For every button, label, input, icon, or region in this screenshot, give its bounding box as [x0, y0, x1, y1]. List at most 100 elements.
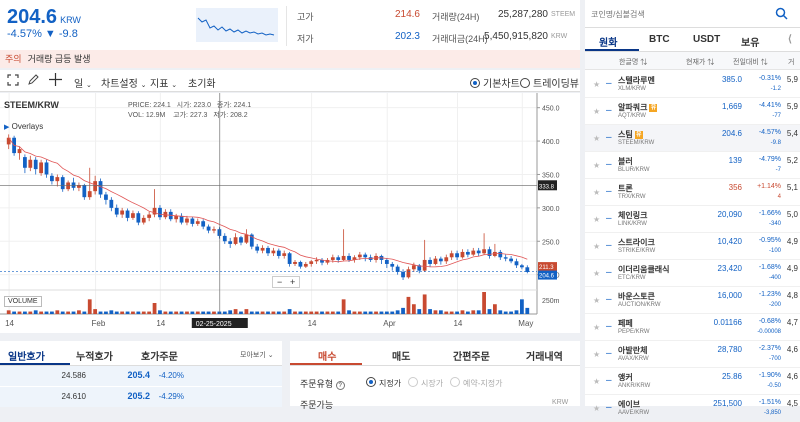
help-icon[interactable]: ? [335, 381, 345, 390]
search-input[interactable] [591, 6, 771, 22]
zoom-in-button[interactable]: + [290, 277, 295, 287]
coin-price: 28,780 [717, 345, 742, 354]
coin-row[interactable]: ★ – 스팀 유 STEEM/KRW 204.6 -4.57% -9.8 5,4 [585, 125, 800, 152]
coin-ticker: AQT/KRW [618, 113, 646, 119]
volume-bar [239, 311, 243, 314]
col-price[interactable]: 현재가 ⇅ [686, 57, 714, 67]
order-type-market[interactable]: 시장가 [408, 377, 443, 389]
star-icon[interactable]: ★ [593, 350, 600, 359]
crosshair-icon[interactable] [49, 73, 62, 89]
order-type-limit[interactable]: 지정가 [366, 377, 401, 389]
tab-krw[interactable]: 원화 [599, 34, 617, 49]
tab-more[interactable]: ⟨ [788, 34, 792, 45]
candlestick-chart[interactable]: 450.0400.0350.0300.0250.0200.0250m14Feb1… [0, 93, 580, 333]
star-icon[interactable]: ★ [593, 404, 600, 413]
star-icon[interactable]: ★ [593, 296, 600, 305]
star-icon[interactable]: ★ [593, 188, 600, 197]
col-name[interactable]: 한글명 ⇅ [619, 57, 647, 67]
last-price-label: 204.6 [539, 274, 555, 280]
coin-volume: 5,1 [786, 183, 798, 192]
tab-buy[interactable]: 매수 [318, 348, 336, 363]
trend-mark-icon: – [606, 213, 612, 224]
volume-bar [195, 311, 200, 314]
candle-body [525, 267, 530, 272]
tab-usdt[interactable]: USDT [693, 34, 720, 45]
candle-body [17, 149, 22, 154]
tab-sell[interactable]: 매도 [392, 348, 410, 363]
coin-row[interactable]: ★ – 바운스토큰 AUCTION/KRW 16,000 -1.23% -200 4,8 [585, 287, 800, 314]
coin-change-pct: -1.51% [758, 399, 781, 406]
candle-body [98, 181, 103, 195]
star-icon[interactable]: ★ [593, 161, 600, 170]
basic-chart-radio[interactable]: 기본차트 [470, 75, 520, 90]
coin-row[interactable]: ★ – 알파쿼크 유 AQT/KRW 1,669 -4.41% -77 5,9 [585, 98, 800, 125]
star-icon[interactable]: ★ [593, 80, 600, 89]
coin-row[interactable]: ★ – 블러 BLUR/KRW 139 -4.79% -7 5,2 [585, 152, 800, 179]
volume-bar [93, 309, 98, 314]
volume-value: 25,287,280 [497, 9, 548, 20]
coin-search [585, 0, 800, 28]
search-icon[interactable] [775, 7, 788, 23]
ticker-summary: 204.6 KRW -4.57% ▼ -9.8 고가 214.6 저가 202.3… [0, 0, 580, 50]
chart-settings-menu[interactable]: 차트설정 ⌄ [101, 75, 146, 90]
zoom-out-button[interactable]: − [277, 277, 282, 287]
candle-body [185, 218, 189, 223]
coin-row[interactable]: ★ – 이더리움클래식 ETC/KRW 23,420 -1.68% -400 4,9 [585, 260, 800, 287]
volume-bar [460, 310, 465, 314]
coin-row[interactable]: ★ – 아발란체 AVAX/KRW 28,780 -2.37% -700 4,6 [585, 341, 800, 368]
tab-normal-orderbook[interactable]: 일반호가 [8, 348, 45, 363]
col-change[interactable]: 전일대비 ⇅ [733, 57, 768, 67]
star-icon[interactable]: ★ [593, 323, 600, 332]
coin-row[interactable]: ★ – 트론 TRX/KRW 356 +1.14% 4 5,1 [585, 179, 800, 206]
coin-change-abs: -340 [768, 221, 781, 227]
orderbook-row[interactable]: 24.586 205.4 -4.20% [0, 366, 282, 386]
coin-row[interactable]: ★ – 스트라이크 STRIKE/KRW 10,420 -0.95% -100 4,9 [585, 233, 800, 260]
tab-holdings[interactable]: 보유 [741, 34, 759, 49]
order-type-reserve[interactable]: 예약-지정가 [450, 377, 502, 389]
volume-bar [104, 311, 108, 314]
view-select[interactable]: 모아보기 ⌄ [240, 350, 274, 360]
fullscreen-icon[interactable] [7, 74, 19, 89]
star-icon[interactable]: ★ [593, 215, 600, 224]
candle-body [152, 207, 157, 215]
tab-simple-order[interactable]: 간편주문 [453, 348, 490, 363]
coin-row[interactable]: ★ – 앵커 ANKR/KRW 25.86 -1.90% -0.50 4,6 [585, 368, 800, 395]
col-volume[interactable]: 거 [788, 57, 794, 67]
coin-row[interactable]: ★ – 페페 PEPE/KRW 0.01166 -0.68% -0.00008 4,7 [585, 314, 800, 341]
star-icon[interactable]: ★ [593, 242, 600, 251]
coin-row[interactable]: ★ – 스텔라루멘 XLM/KRW 385.0 -0.31% -1.2 5,9 [585, 71, 800, 98]
order-price: 205.4 [127, 370, 150, 380]
alert-tag: 주의 [5, 54, 22, 64]
star-icon[interactable]: ★ [593, 377, 600, 386]
volume-bar [422, 294, 427, 314]
tab-trade-history[interactable]: 거래내역 [526, 348, 563, 363]
period-select[interactable]: 일 ⌄ [74, 75, 92, 90]
star-icon[interactable]: ★ [593, 134, 600, 143]
tradingview-radio[interactable]: 트레이딩뷰 [520, 75, 579, 90]
candle-body [357, 254, 362, 258]
volume-bar [39, 311, 44, 314]
candle-body [174, 215, 179, 220]
coin-row[interactable]: ★ – 체인링크 LINK/KRW 20,090 -1.66% -340 5,0 [585, 206, 800, 233]
volume-bar [185, 311, 189, 314]
coin-price: 23,420 [717, 264, 742, 273]
reset-button[interactable]: 초기화 [188, 75, 216, 90]
draw-pencil-icon[interactable] [27, 74, 39, 89]
overlays-toggle[interactable]: ▶ Overlays [4, 122, 43, 131]
volume-bar [384, 311, 389, 314]
indicator-menu[interactable]: 지표 ⌄ [150, 75, 177, 90]
price-chart[interactable]: 450.0400.0350.0300.0250.0200.0250m14Feb1… [0, 93, 580, 333]
star-icon[interactable]: ★ [593, 107, 600, 116]
star-icon[interactable]: ★ [593, 269, 600, 278]
coin-change-pct: -0.68% [758, 318, 781, 325]
orderbook-row[interactable]: 24.610 205.2 -4.29% [0, 387, 282, 407]
tab-cumulative-orderbook[interactable]: 누적호가 [76, 348, 113, 363]
coin-row[interactable]: ★ – 에이브 AAVE/KRW 251,500 -1.51% -3,850 4,5 [585, 395, 800, 422]
volume-bar [87, 299, 92, 314]
candle-body [503, 257, 508, 259]
tab-btc[interactable]: BTC [649, 34, 670, 45]
mini-chart[interactable] [196, 8, 278, 42]
candle-body [384, 259, 389, 264]
tab-orderbook-order[interactable]: 호가주문 [141, 348, 178, 363]
volume-bar [71, 311, 76, 314]
